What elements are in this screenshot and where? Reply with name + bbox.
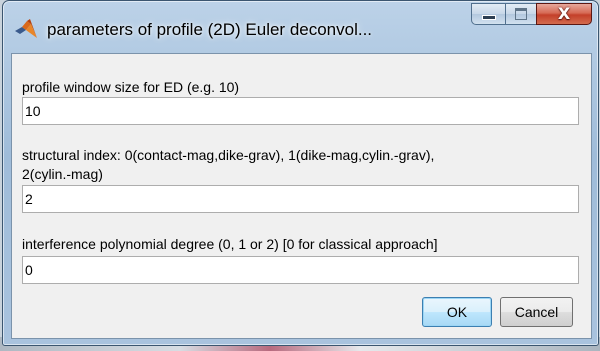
- maximize-button[interactable]: [505, 3, 536, 25]
- structural-index-input[interactable]: 2: [22, 185, 579, 213]
- dialog-content: profile window size for ED (e.g. 10) 10 …: [11, 53, 592, 339]
- close-icon: X: [557, 4, 571, 23]
- cancel-button[interactable]: Cancel: [500, 297, 573, 327]
- window-title: parameters of profile (2D) Euler deconvo…: [47, 20, 373, 39]
- structural-index-label-line2: 2(cylin.-mag): [22, 166, 103, 182]
- ok-button[interactable]: OK: [422, 297, 492, 327]
- matlab-logo-icon: [14, 18, 38, 40]
- caption-buttons: X: [471, 3, 592, 25]
- structural-index-label-line1: structural index: 0(contact-mag,dike-gra…: [22, 147, 435, 163]
- polynomial-degree-label: interference polynomial degree (0, 1 or …: [22, 236, 438, 252]
- window-size-label: profile window size for ED (e.g. 10): [22, 79, 240, 95]
- close-button[interactable]: X: [536, 3, 592, 25]
- dialog-window: parameters of profile (2D) Euler deconvo…: [2, 0, 599, 346]
- title-bar[interactable]: parameters of profile (2D) Euler deconvo…: [3, 1, 598, 53]
- minimize-icon: [481, 15, 496, 20]
- polynomial-degree-input[interactable]: 0: [22, 256, 579, 284]
- window-size-input[interactable]: 10: [22, 97, 579, 125]
- minimize-button[interactable]: [471, 3, 505, 25]
- maximize-icon: [515, 8, 527, 20]
